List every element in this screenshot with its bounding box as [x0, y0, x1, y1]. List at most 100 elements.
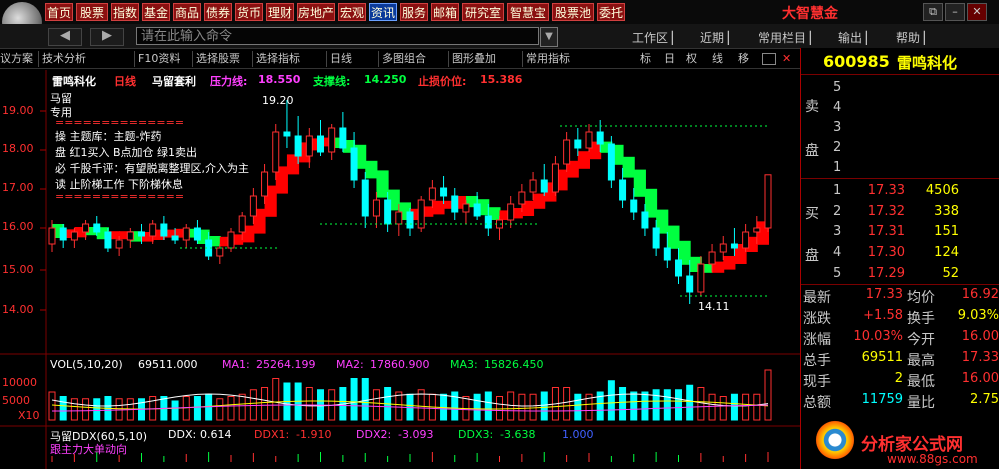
- candle-body: [261, 171, 269, 197]
- menu-item-16[interactable]: 委托: [597, 3, 625, 21]
- candle-body: [596, 131, 604, 145]
- sell-label-bottom: 盘: [805, 143, 819, 159]
- menu-item-9[interactable]: 宏观: [338, 3, 366, 21]
- close-panel-icon[interactable]: ✕: [782, 52, 791, 66]
- buy-volume-3: 151: [934, 224, 959, 239]
- sell-label-top: 卖: [805, 99, 819, 115]
- ddx-value: 0.614: [200, 428, 232, 441]
- info-line-1: 操 主题库：主题-炸药: [55, 130, 162, 143]
- buy-volume-1: 4506: [925, 183, 959, 198]
- menu-item-6[interactable]: 货币: [235, 3, 263, 21]
- right-menu-item-3[interactable]: 输出 ▏: [838, 29, 875, 46]
- command-input[interactable]: 请在此输入命令: [136, 27, 539, 45]
- toolbar-item-5[interactable]: 日线: [330, 52, 352, 66]
- minimize-icon[interactable]: –: [945, 3, 965, 21]
- candle-body: [675, 259, 682, 277]
- trend-stair-block: [622, 156, 635, 178]
- candle-body: [339, 127, 347, 149]
- candle-body: [182, 227, 190, 241]
- menu-item-3[interactable]: 基金: [142, 3, 170, 21]
- toolbar-item-2[interactable]: F10资料: [138, 52, 180, 66]
- chevron-down-icon[interactable]: ▼: [540, 27, 558, 47]
- menu-item-14[interactable]: 智慧宝: [507, 3, 549, 21]
- candle-body: [171, 235, 179, 241]
- stat-label-2b: 今开: [907, 332, 935, 348]
- candle-body: [294, 135, 302, 157]
- toolbar-small-2[interactable]: 权: [686, 52, 697, 66]
- toolbar-small-4[interactable]: 移: [738, 52, 749, 66]
- trend-stair-block: [365, 160, 378, 179]
- toolbar-small-3[interactable]: 线: [712, 52, 723, 66]
- candle-body: [249, 195, 257, 217]
- stoploss-label: 止损价位:: [418, 75, 467, 88]
- right-menu-item-0[interactable]: 工作区 ▏: [632, 29, 681, 46]
- ddx2-label: DDX2:: [356, 428, 392, 441]
- menu-item-2[interactable]: 指数: [111, 3, 139, 21]
- candle-body: [70, 231, 78, 241]
- menu-item-15[interactable]: 股票池: [552, 3, 594, 21]
- toolbar-small-0[interactable]: 标: [640, 52, 651, 66]
- trend-stair-block: [633, 169, 646, 197]
- right-menu-item-4[interactable]: 帮助 ▏: [896, 29, 933, 46]
- right-menu-item-2[interactable]: 常用栏目 ▏: [758, 29, 819, 46]
- menu-item-7[interactable]: 理财: [266, 3, 294, 21]
- toolbar-item-6[interactable]: 多图组合: [382, 52, 426, 66]
- menu-item-5[interactable]: 债券: [204, 3, 232, 21]
- ddx1-label: DDX1:: [254, 428, 290, 441]
- toolbar-small-1[interactable]: 日: [664, 52, 675, 66]
- menu-item-4[interactable]: 商品: [173, 3, 201, 21]
- toolbar-separator: [134, 51, 135, 67]
- candle-body: [305, 135, 313, 157]
- toolbar-item-8[interactable]: 常用指标: [526, 52, 570, 66]
- candle-body: [317, 135, 324, 153]
- menu-item-0[interactable]: 首页: [45, 3, 73, 21]
- toolbar-separator: [522, 51, 523, 67]
- support-value: 14.250: [364, 73, 407, 86]
- right-menu-item-1[interactable]: 近期 ▏: [700, 29, 737, 46]
- volume-bar: [227, 396, 235, 421]
- close-icon[interactable]: ✕: [967, 3, 987, 21]
- candle-body: [104, 231, 112, 249]
- candle-body: [630, 199, 638, 213]
- stat-label-5a: 总额: [803, 395, 831, 411]
- volume-bar: [115, 398, 123, 421]
- menu-item-10[interactable]: 资讯: [369, 3, 397, 21]
- forward-button[interactable]: ▶: [90, 28, 124, 46]
- vol-value: 69511.000: [138, 358, 198, 371]
- toolbar-item-7[interactable]: 图形叠加: [452, 52, 496, 66]
- high-price-label: 19.20: [262, 94, 294, 107]
- buy-price-1: 17.33: [867, 183, 905, 198]
- trend-stair-block: [376, 170, 389, 198]
- toolbar-item-4[interactable]: 选择指标: [256, 52, 300, 66]
- volume-bar: [361, 378, 369, 421]
- volume-bar: [753, 393, 761, 421]
- buy-label-bottom: 盘: [805, 248, 819, 264]
- info-line-2: 盘 红1买入 B点加仓 绿1卖出: [55, 146, 198, 159]
- toolbar-item-1[interactable]: 技术分析: [42, 52, 86, 66]
- stat-label-2a: 涨幅: [803, 332, 831, 348]
- toolbar-item-0[interactable]: 议方案: [0, 52, 33, 66]
- candle-body: [283, 131, 291, 137]
- stat-label-4a: 现手: [803, 374, 831, 390]
- candle-body: [406, 211, 414, 229]
- candle-body: [607, 143, 615, 181]
- ddx-label: DDX:: [168, 428, 197, 441]
- menu-item-11[interactable]: 服务: [400, 3, 428, 21]
- back-button[interactable]: ◀: [48, 28, 82, 46]
- toolbar-item-3[interactable]: 选择股票: [196, 52, 240, 66]
- candle-body: [238, 215, 246, 233]
- window-toggle-icon[interactable]: [762, 53, 776, 65]
- menu-item-13[interactable]: 研究室: [462, 3, 504, 21]
- volume-bar: [473, 393, 481, 421]
- sell-idx-5: 5: [833, 80, 842, 95]
- candle-body: [149, 223, 157, 237]
- restore-icon[interactable]: ⧉: [923, 3, 943, 21]
- menu-item-12[interactable]: 邮箱: [431, 3, 459, 21]
- menu-item-8[interactable]: 房地产: [297, 3, 335, 21]
- candle-body: [663, 247, 671, 261]
- menu-item-1[interactable]: 股票: [76, 3, 108, 21]
- y-tick-1800: 18.00: [2, 142, 34, 155]
- volume-bar: [607, 380, 615, 421]
- y-tick-1700: 17.00: [2, 181, 34, 194]
- stat-label-3a: 总手: [803, 353, 831, 369]
